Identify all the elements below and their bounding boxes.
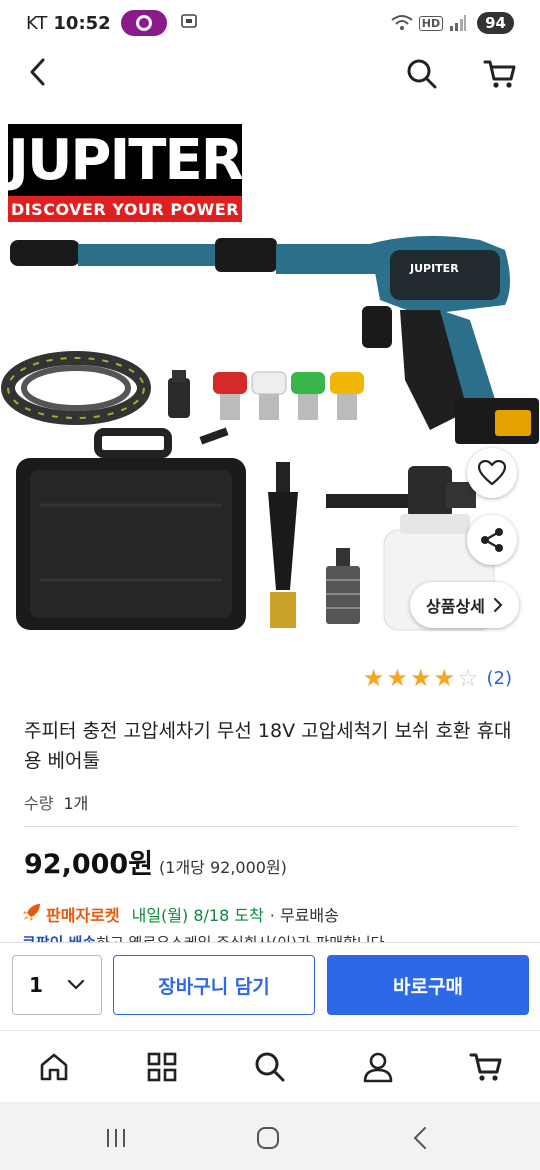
- delivery-info: 판매자로켓 내일(월) 8/18 도착 · 무료배송: [22, 902, 339, 926]
- cart-button[interactable]: [478, 52, 522, 96]
- screen-record-icon: [120, 10, 167, 36]
- back-arrow-icon: [413, 1127, 426, 1149]
- unit-price: (1개당 92,000원): [159, 858, 287, 877]
- search-button[interactable]: [400, 52, 444, 96]
- status-bar: KT 10:52 HD 94: [0, 0, 540, 46]
- divider: [24, 826, 518, 827]
- share-button[interactable]: [467, 515, 517, 565]
- star-icon: ★: [386, 664, 408, 692]
- system-nav-bar: [0, 1102, 540, 1170]
- price: 92,000원: [24, 849, 154, 880]
- device-logo: JUPITER: [409, 262, 459, 275]
- rating[interactable]: ★ ★ ★ ★ ☆ (2): [363, 666, 512, 690]
- chevron-down-icon: [67, 979, 85, 990]
- rocket-icon: [22, 902, 42, 926]
- product-illustration: JUPITER: [1, 235, 539, 631]
- quantity-select-value: 1: [29, 973, 43, 997]
- network-label: HD: [418, 15, 444, 31]
- home-circle-icon: [257, 1127, 279, 1149]
- wifi-icon: [391, 15, 413, 30]
- buy-now-button[interactable]: 바로구매: [327, 955, 529, 1015]
- cart-icon: [469, 1053, 502, 1081]
- search-icon: [407, 59, 437, 89]
- home-system-button[interactable]: [250, 1120, 286, 1156]
- share-icon: [481, 528, 503, 552]
- search-icon: [255, 1052, 285, 1082]
- nav-home[interactable]: [32, 1045, 76, 1089]
- chevron-right-icon: [493, 598, 503, 612]
- status-icons: HD 94: [391, 12, 514, 34]
- star-icon: ★: [362, 664, 385, 692]
- nav-search[interactable]: [248, 1045, 292, 1089]
- home-icon: [40, 1053, 68, 1081]
- heart-icon: [478, 460, 506, 486]
- carrier-label: KT: [26, 12, 48, 34]
- categories-icon: [147, 1052, 177, 1082]
- star-empty-icon: ☆: [456, 664, 479, 692]
- purchase-action-bar: 1 장바구니 담기 바로구매: [0, 942, 540, 1028]
- signal-icon: [450, 15, 467, 31]
- bottom-nav: [0, 1030, 540, 1102]
- product-detail-label: 상품상세: [426, 597, 485, 616]
- product-title: 주피터 충전 고압세차기 무선 18V 고압세척기 보쉬 호환 휴대용 베어툴: [24, 720, 512, 772]
- recent-apps-icon: [107, 1129, 125, 1147]
- quantity-select[interactable]: 1: [12, 955, 102, 1015]
- delivery-date: 내일(월) 8/18 도착: [131, 906, 264, 925]
- chevron-left-icon: [30, 58, 45, 86]
- product-detail-button[interactable]: 상품상세: [410, 582, 519, 628]
- nav-categories[interactable]: [140, 1045, 184, 1089]
- quantity-label: 수량: [24, 794, 54, 813]
- price-info: 92,000원 (1개당 92,000원): [24, 842, 287, 881]
- nav-cart[interactable]: [464, 1045, 508, 1089]
- delivery-fee: · 무료배송: [269, 906, 339, 925]
- battery-level: 94: [477, 12, 514, 34]
- screenshot-icon: [179, 11, 199, 36]
- recent-apps-button[interactable]: [98, 1120, 134, 1156]
- like-button[interactable]: [467, 448, 517, 498]
- quantity-info: 수량 1개: [24, 790, 88, 814]
- rocket-label: 판매자로켓: [46, 906, 120, 925]
- quantity-value: 1개: [63, 794, 89, 813]
- status-time: 10:52: [53, 12, 111, 34]
- system-back-button[interactable]: [402, 1120, 438, 1156]
- star-icon: ★: [433, 664, 455, 692]
- star-icon: ★: [409, 664, 432, 692]
- review-count[interactable]: (2): [487, 668, 513, 689]
- product-image[interactable]: JUPITER DISCOVER YOUR POWER JUPITER 상품상세: [0, 110, 540, 640]
- nav-my-account[interactable]: [356, 1045, 400, 1089]
- back-button[interactable]: [18, 52, 58, 92]
- app-bar: [0, 46, 540, 100]
- cart-icon: [483, 60, 516, 88]
- add-to-cart-button[interactable]: 장바구니 담기: [113, 955, 315, 1015]
- my-account-icon: [363, 1052, 393, 1083]
